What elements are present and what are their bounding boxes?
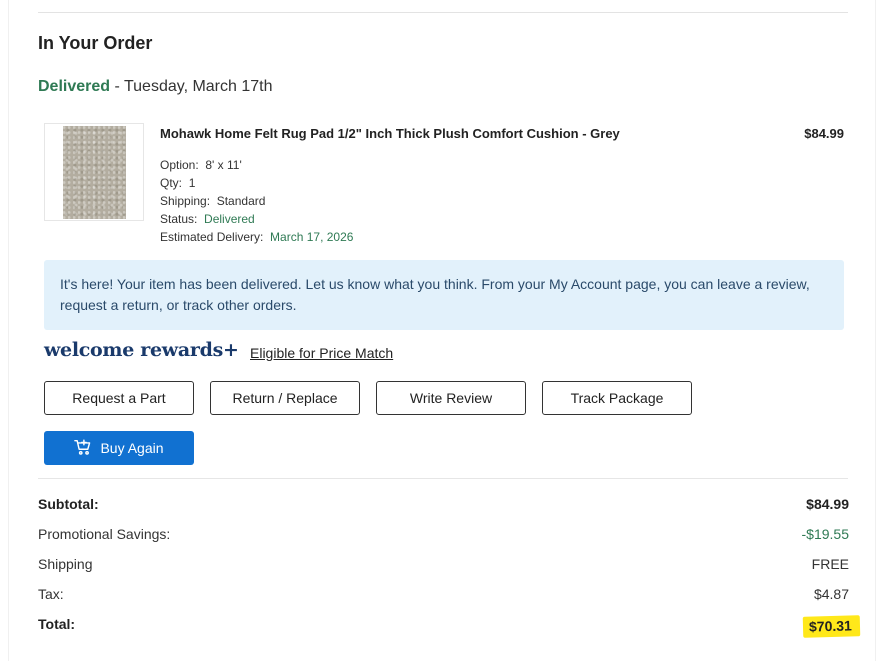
cart-add-icon (74, 438, 92, 459)
option-value: 8' x 11' (205, 158, 242, 172)
tax-row: Tax: $4.87 (38, 586, 849, 606)
product-title[interactable]: Mohawk Home Felt Rug Pad 1/2" Inch Thick… (160, 126, 620, 141)
promo-row: Promotional Savings: -$19.55 (38, 526, 849, 546)
subtotal-value: $84.99 (806, 496, 849, 512)
eta-label: Estimated Delivery: (160, 230, 264, 244)
shipping-summary-label: Shipping (38, 556, 93, 572)
promo-value: -$19.55 (801, 526, 849, 542)
buy-again-button[interactable]: Buy Again (44, 431, 194, 465)
eta-row: Estimated Delivery: March 17, 2026 (160, 228, 353, 246)
delivered-notice: It's here! Your item has been delivered.… (44, 260, 844, 330)
buy-again-label: Buy Again (100, 440, 164, 456)
status-value: Delivered (204, 212, 255, 226)
option-row: Option: 8' x 11' (160, 156, 353, 174)
item-details: Option: 8' x 11' Qty: 1 Shipping: Standa… (160, 156, 353, 246)
shipping-value: Standard (216, 194, 266, 208)
status-label: Status: (160, 212, 198, 226)
delivery-status-line: Delivered - Tuesday, March 17th (38, 78, 273, 96)
tax-label: Tax: (38, 586, 64, 602)
total-value: $70.31 (802, 615, 861, 638)
request-part-button[interactable]: Request a Part (44, 381, 194, 415)
summary-divider (38, 478, 848, 479)
qty-label: Qty: (160, 176, 183, 190)
welcome-rewards-logo: welcome rewards+ (44, 339, 239, 361)
option-label: Option: (160, 158, 199, 172)
qty-row: Qty: 1 (160, 174, 353, 192)
eta-value: March 17, 2026 (270, 230, 354, 244)
shipping-summary-value: FREE (811, 556, 849, 572)
shipping-label: Shipping: (160, 194, 211, 208)
price-match-link[interactable]: Eligible for Price Match (250, 345, 393, 361)
track-package-button[interactable]: Track Package (542, 381, 692, 415)
rug-pad-image (63, 126, 126, 219)
total-row: Total: $70.31 (38, 615, 861, 638)
delivery-date: - Tuesday, March 17th (110, 78, 273, 95)
total-value-wrap: $70.31 (802, 615, 861, 638)
promo-label: Promotional Savings: (38, 526, 171, 542)
qty-value: 1 (188, 176, 196, 190)
subtotal-label: Subtotal: (38, 496, 99, 512)
delivery-status: Delivered (38, 78, 111, 95)
section-heading: In Your Order (38, 33, 153, 53)
return-replace-button[interactable]: Return / Replace (210, 381, 360, 415)
shipping-row: Shipping: Standard (160, 192, 353, 210)
product-thumbnail[interactable] (44, 123, 144, 221)
total-label: Total: (38, 616, 76, 632)
top-divider (38, 12, 848, 13)
tax-value: $4.87 (813, 586, 849, 602)
subtotal-row: Subtotal: $84.99 (38, 496, 849, 516)
status-row: Status: Delivered (160, 210, 353, 228)
product-price: $84.99 (804, 126, 844, 141)
shipping-summary-row: Shipping FREE (38, 556, 849, 576)
write-review-button[interactable]: Write Review (376, 381, 526, 415)
